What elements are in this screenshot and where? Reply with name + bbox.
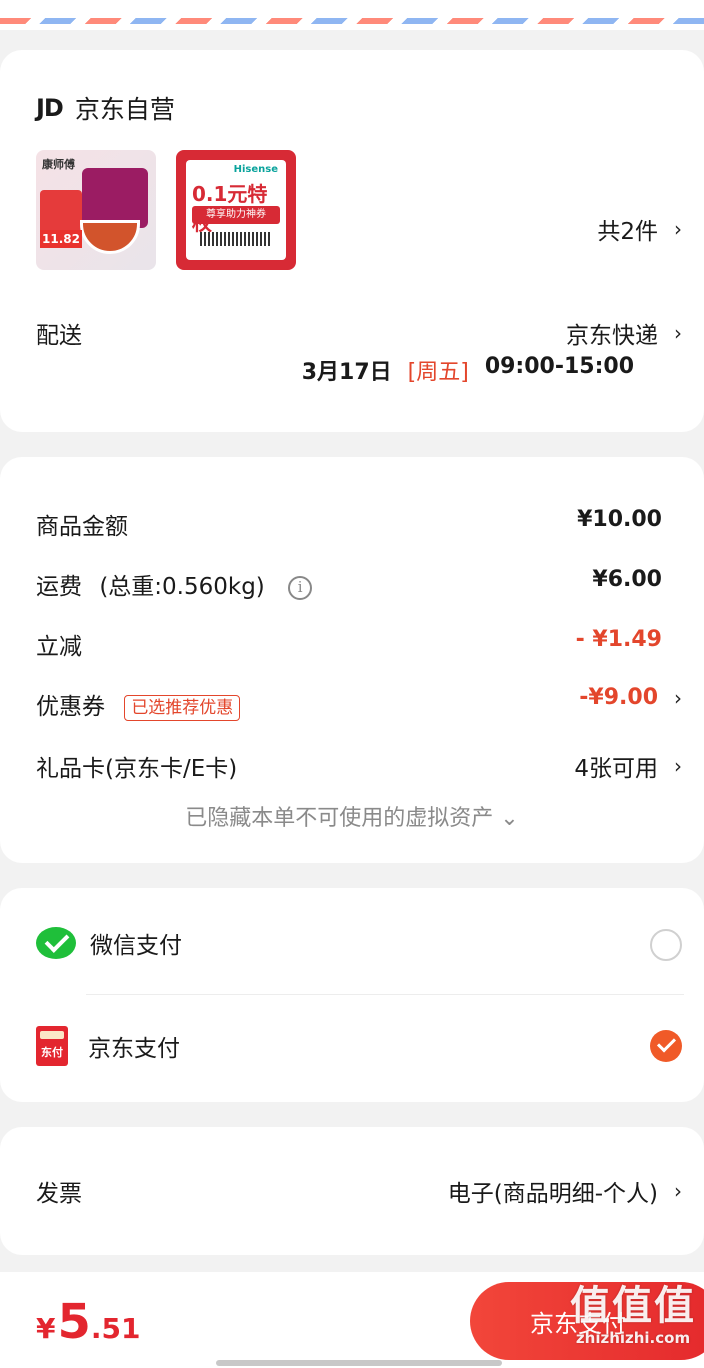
item-count-link[interactable]: 共2件 ›	[597, 212, 682, 246]
wechat-pay-label: 微信支付	[90, 933, 182, 959]
coupon-badge: 已选推荐优惠	[124, 694, 241, 721]
chevron-right-icon: ›	[674, 685, 682, 710]
noodle-bowl-image	[80, 220, 140, 254]
jd-pay-icon: 东付	[36, 1026, 68, 1066]
noodle-pack-image	[82, 168, 148, 228]
total-decimal: .51	[90, 1312, 141, 1345]
chevron-right-icon: ›	[674, 321, 682, 345]
info-icon[interactable]: i	[288, 575, 313, 600]
delivery-label: 配送	[36, 323, 82, 349]
delivery-weekday: [周五]	[407, 360, 469, 385]
home-indicator[interactable]	[216, 1360, 502, 1366]
shipping-row: 运费 (总重:0.560kg) i	[36, 567, 313, 601]
goods-amount-label: 商品金额	[36, 514, 128, 540]
shipping-label: 运费	[36, 574, 82, 600]
watermark-logo: 值值值	[570, 1283, 696, 1329]
coupon-value: -¥9.00	[579, 685, 658, 710]
invoice-value: 电子(商品明细-个人)	[447, 1181, 658, 1207]
hisense-logo: Hisense	[233, 164, 278, 175]
item-count-label: 共2件	[597, 219, 658, 245]
wechat-pay-icon	[36, 927, 76, 959]
giftcard-value: 4张可用	[574, 756, 658, 782]
giftcard-link[interactable]: 4张可用 ›	[574, 749, 682, 783]
total-integer: 5	[57, 1294, 91, 1350]
payment-card	[0, 888, 704, 1102]
invoice-link[interactable]: 电子(商品明细-个人) ›	[448, 1174, 682, 1208]
wechat-radio[interactable]	[650, 929, 682, 961]
shipping-weight: (总重:0.560kg)	[99, 574, 265, 600]
payment-option-jdpay[interactable]: 东付 京东支付	[36, 1026, 180, 1066]
jdpay-radio-checked[interactable]	[650, 1030, 682, 1062]
shop-header: JD 京东自营	[36, 90, 175, 126]
discount-label: 立减	[36, 634, 82, 660]
coupon-subline: 尊享助力神券	[192, 206, 280, 224]
watermark-url: zhizhizhi.com	[575, 1329, 691, 1347]
shop-name: 京东自营	[74, 95, 175, 124]
chevron-right-icon: ›	[674, 1179, 682, 1203]
airmail-border	[0, 0, 704, 30]
product-thumbnail-coupon[interactable]: Hisense 0.1元特权 尊享助力神券	[176, 150, 296, 270]
coupon-row: 优惠券 已选推荐优惠	[36, 687, 241, 721]
invoice-label: 发票	[36, 1181, 82, 1207]
watermark: 值值值 zhizhizhi.com	[570, 1282, 696, 1346]
barcode-image	[200, 232, 272, 246]
giftcard-label: 礼品卡(京东卡/E卡)	[36, 756, 238, 782]
delivery-method: 京东快递	[566, 323, 658, 349]
order-card: JD 京东自营 康师傅 11.82 Hisense 0.1元特权 尊享助力神券 …	[0, 50, 704, 432]
discount-value: - ¥1.49	[575, 627, 662, 652]
product-thumbnail-noodles[interactable]: 康师傅 11.82	[36, 150, 156, 270]
chevron-right-icon: ›	[674, 754, 682, 778]
chevron-right-icon: ›	[674, 217, 682, 241]
currency-symbol: ¥	[36, 1312, 56, 1345]
payment-option-wechat[interactable]: 微信支付	[36, 926, 182, 960]
airmail-stripe	[0, 18, 704, 24]
goods-amount-value: ¥10.00	[577, 507, 662, 532]
product-brand-label: 康师傅	[42, 158, 75, 171]
payment-divider	[86, 994, 684, 995]
jd-pay-label: 京东支付	[88, 1036, 180, 1062]
jd-logo-icon: JD	[36, 94, 64, 122]
delivery-date: 3月17日	[301, 360, 392, 385]
coupon-label: 优惠券	[36, 694, 105, 720]
hidden-assets-toggle[interactable]: 已隐藏本单不可使用的虚拟资产 ⌄	[0, 800, 704, 832]
product-price-tag: 11.82	[40, 230, 82, 248]
coupon-card-image: Hisense 0.1元特权 尊享助力神券	[186, 160, 286, 260]
order-total: ¥ 5 .51	[36, 1294, 141, 1350]
coupon-link[interactable]: -¥9.00 ›	[579, 685, 682, 710]
delivery-time[interactable]: 3月17日 [周五] 09:00-15:00	[302, 354, 634, 386]
shipping-value: ¥6.00	[592, 567, 662, 592]
delivery-method-link[interactable]: 京东快递 ›	[566, 316, 682, 350]
delivery-time-range: 09:00-15:00	[484, 354, 634, 379]
